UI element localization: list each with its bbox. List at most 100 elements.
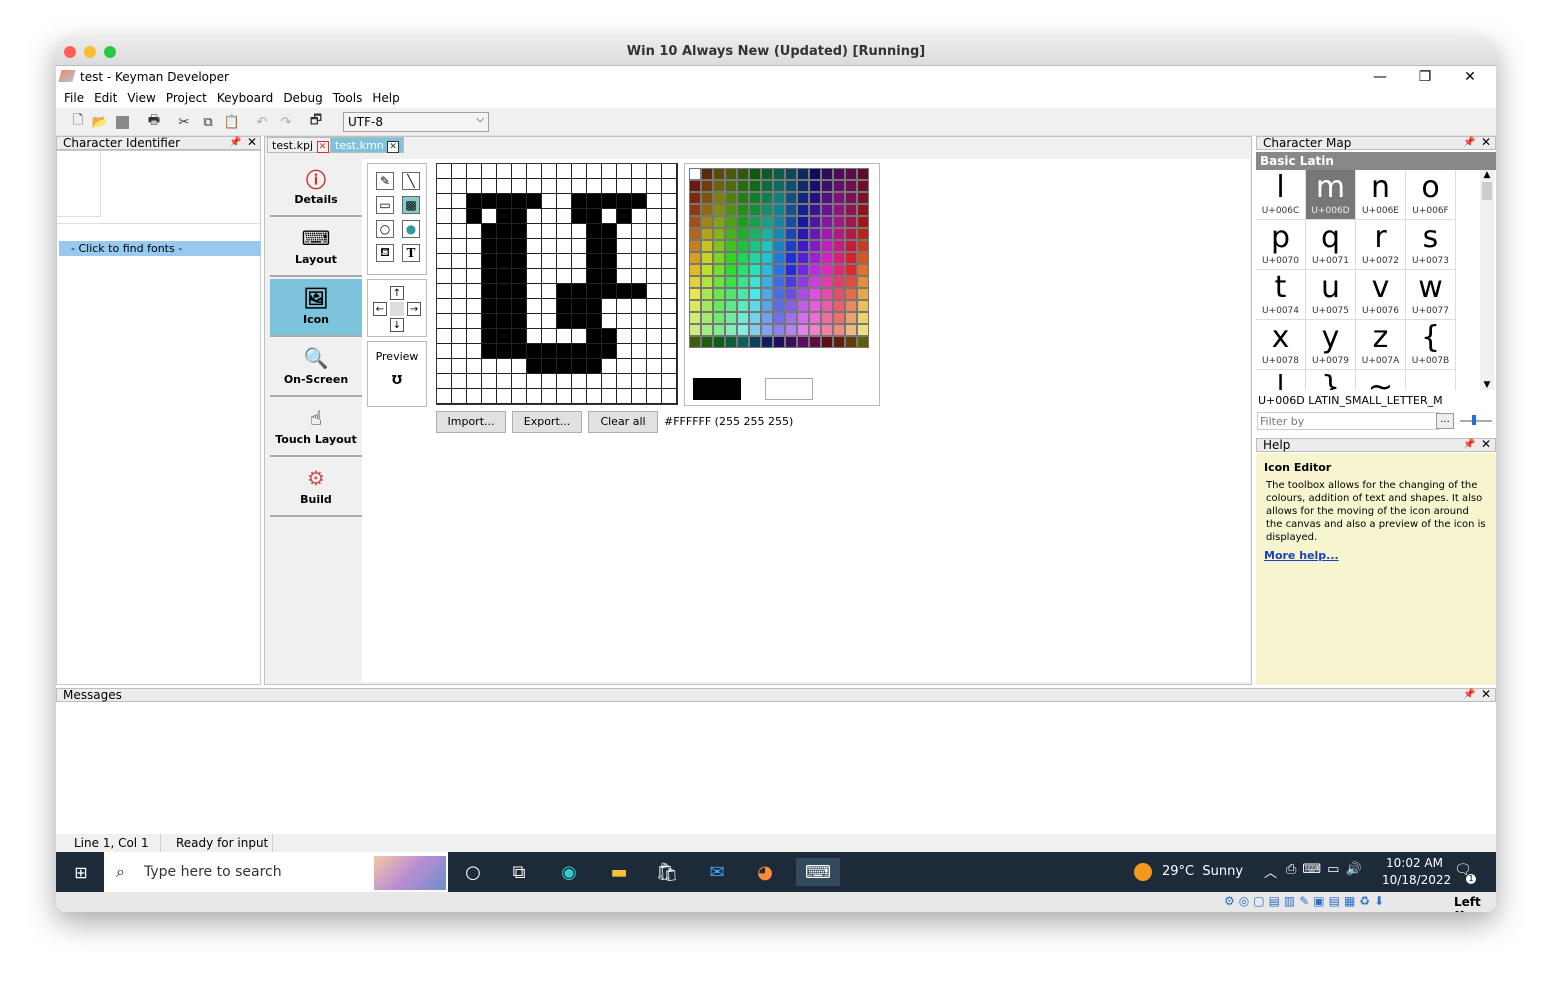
pixel-cell[interactable] bbox=[617, 164, 632, 179]
pixel-cell[interactable] bbox=[587, 374, 602, 389]
pixel-cell[interactable] bbox=[467, 329, 482, 344]
color-swatch[interactable] bbox=[809, 252, 821, 264]
color-swatch[interactable] bbox=[737, 288, 749, 300]
color-swatch[interactable] bbox=[845, 240, 857, 252]
color-swatch[interactable] bbox=[821, 312, 833, 324]
open-folder-icon[interactable]: 📂 bbox=[92, 114, 108, 130]
color-swatch[interactable] bbox=[821, 288, 833, 300]
color-swatch[interactable] bbox=[857, 192, 869, 204]
char-cell[interactable]: m U+006D bbox=[1306, 170, 1356, 220]
pixel-cell[interactable] bbox=[512, 329, 527, 344]
line-tool-icon[interactable]: ╲ bbox=[402, 172, 420, 190]
color-swatch[interactable] bbox=[809, 288, 821, 300]
color-swatch[interactable] bbox=[749, 300, 761, 312]
tab-test-kmn[interactable]: test.kmn ✕ bbox=[330, 137, 405, 153]
pixel-cell[interactable] bbox=[467, 344, 482, 359]
menu-file[interactable]: File bbox=[60, 88, 90, 108]
pixel-cell[interactable] bbox=[602, 374, 617, 389]
pixel-cell[interactable] bbox=[512, 209, 527, 224]
pixel-cell[interactable] bbox=[542, 269, 557, 284]
tab-test-kpj[interactable]: test.kpj ✕ bbox=[267, 137, 334, 153]
pixel-cell[interactable] bbox=[542, 194, 557, 209]
color-swatch[interactable] bbox=[749, 168, 761, 180]
color-swatch[interactable] bbox=[713, 240, 725, 252]
pixel-cell[interactable] bbox=[512, 179, 527, 194]
color-swatch[interactable] bbox=[845, 168, 857, 180]
color-swatch[interactable] bbox=[845, 216, 857, 228]
pixel-cell[interactable] bbox=[617, 194, 632, 209]
pixel-cell[interactable] bbox=[452, 314, 467, 329]
pixel-cell[interactable] bbox=[662, 284, 677, 299]
char-cell[interactable]: w U+0077 bbox=[1406, 270, 1456, 320]
icon-pixel-grid[interactable] bbox=[436, 163, 678, 405]
color-swatch[interactable] bbox=[785, 240, 797, 252]
pixel-cell[interactable] bbox=[467, 269, 482, 284]
pixel-cell[interactable] bbox=[512, 164, 527, 179]
color-swatch[interactable] bbox=[701, 276, 713, 288]
pixel-cell[interactable] bbox=[572, 179, 587, 194]
edge-icon[interactable]: ◉ bbox=[554, 858, 584, 886]
cortana-icon[interactable]: ○ bbox=[458, 858, 488, 886]
menu-keyboard[interactable]: Keyboard bbox=[213, 88, 279, 108]
pixel-cell[interactable] bbox=[467, 164, 482, 179]
close-icon[interactable]: ✕ bbox=[1481, 438, 1491, 450]
pixel-cell[interactable] bbox=[542, 254, 557, 269]
char-map-scrollbar[interactable]: ▲ ▼ bbox=[1480, 170, 1494, 390]
arrow-right-icon[interactable]: → bbox=[407, 302, 421, 316]
color-swatch[interactable] bbox=[749, 288, 761, 300]
more-help-link[interactable]: More help... bbox=[1264, 549, 1339, 562]
pixel-cell[interactable] bbox=[617, 389, 632, 404]
pixel-cell[interactable] bbox=[467, 209, 482, 224]
pixel-cell[interactable] bbox=[617, 209, 632, 224]
color-swatch[interactable] bbox=[797, 228, 809, 240]
color-swatch[interactable] bbox=[845, 264, 857, 276]
color-swatch[interactable] bbox=[773, 204, 785, 216]
pixel-cell[interactable] bbox=[437, 194, 452, 209]
menu-project[interactable]: Project bbox=[162, 88, 213, 108]
color-swatch[interactable] bbox=[701, 168, 713, 180]
pixel-cell[interactable] bbox=[572, 299, 587, 314]
pixel-cell[interactable] bbox=[587, 164, 602, 179]
pixel-cell[interactable] bbox=[602, 239, 617, 254]
color-swatch[interactable] bbox=[797, 180, 809, 192]
color-swatch[interactable] bbox=[785, 168, 797, 180]
menu-help[interactable]: Help bbox=[368, 88, 405, 108]
color-swatch[interactable] bbox=[761, 312, 773, 324]
pixel-cell[interactable] bbox=[572, 314, 587, 329]
color-swatch[interactable] bbox=[713, 264, 725, 276]
pixel-cell[interactable] bbox=[512, 389, 527, 404]
char-cell[interactable]: q U+0071 bbox=[1306, 220, 1356, 270]
pixel-cell[interactable] bbox=[587, 194, 602, 209]
pixel-cell[interactable] bbox=[662, 374, 677, 389]
pixel-cell[interactable] bbox=[542, 224, 557, 239]
pixel-cell[interactable] bbox=[512, 374, 527, 389]
pixel-cell[interactable] bbox=[482, 179, 497, 194]
pixel-cell[interactable] bbox=[482, 329, 497, 344]
color-swatch[interactable] bbox=[833, 336, 845, 348]
color-swatch[interactable] bbox=[725, 204, 737, 216]
pixel-cell[interactable] bbox=[587, 224, 602, 239]
menu-view[interactable]: View bbox=[123, 88, 161, 108]
pixel-cell[interactable] bbox=[437, 179, 452, 194]
pixel-cell[interactable] bbox=[572, 224, 587, 239]
pixel-cell[interactable] bbox=[632, 164, 647, 179]
color-swatch[interactable] bbox=[857, 312, 869, 324]
pixel-cell[interactable] bbox=[527, 344, 542, 359]
close-button[interactable]: ✕ bbox=[1448, 66, 1492, 88]
tray-chevron-icon[interactable]: ︿ bbox=[1264, 862, 1277, 881]
color-swatch[interactable] bbox=[785, 228, 797, 240]
color-swatch[interactable] bbox=[761, 216, 773, 228]
pixel-cell[interactable] bbox=[467, 314, 482, 329]
color-swatch[interactable] bbox=[701, 312, 713, 324]
pixel-cell[interactable] bbox=[632, 344, 647, 359]
pixel-cell[interactable] bbox=[452, 329, 467, 344]
char-cell[interactable]: v U+0076 bbox=[1356, 270, 1406, 320]
char-cell[interactable]: p U+0070 bbox=[1256, 220, 1306, 270]
pixel-cell[interactable] bbox=[662, 179, 677, 194]
pixel-cell[interactable] bbox=[452, 179, 467, 194]
color-swatch[interactable] bbox=[713, 216, 725, 228]
color-swatch[interactable] bbox=[749, 192, 761, 204]
color-swatch[interactable] bbox=[737, 276, 749, 288]
pixel-cell[interactable] bbox=[467, 239, 482, 254]
pixel-cell[interactable] bbox=[587, 329, 602, 344]
